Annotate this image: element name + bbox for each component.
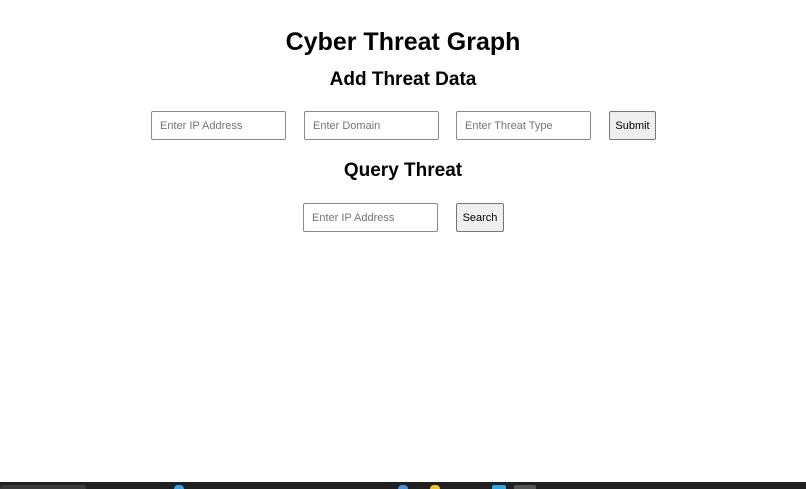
add-threat-heading: Add Threat Data bbox=[329, 69, 477, 90]
domain-input[interactable] bbox=[304, 111, 439, 140]
threat-type-input[interactable] bbox=[456, 111, 591, 140]
app-icon[interactable] bbox=[492, 485, 506, 489]
page: Cyber Threat Graph Add Threat Data Submi… bbox=[0, 0, 806, 489]
page-title: Cyber Threat Graph bbox=[285, 28, 521, 56]
query-threat-heading: Query Threat bbox=[343, 160, 463, 181]
taskbar bbox=[0, 482, 806, 489]
app-icon[interactable] bbox=[514, 485, 536, 489]
query-ip-address-input[interactable] bbox=[303, 203, 438, 232]
ip-address-input[interactable] bbox=[151, 111, 286, 140]
search-button[interactable]: Search bbox=[456, 203, 504, 232]
app-icon[interactable] bbox=[430, 485, 440, 489]
start-button[interactable] bbox=[0, 485, 86, 489]
submit-button[interactable]: Submit bbox=[609, 111, 656, 140]
app-icon[interactable] bbox=[174, 485, 184, 489]
app-icon[interactable] bbox=[398, 485, 408, 489]
